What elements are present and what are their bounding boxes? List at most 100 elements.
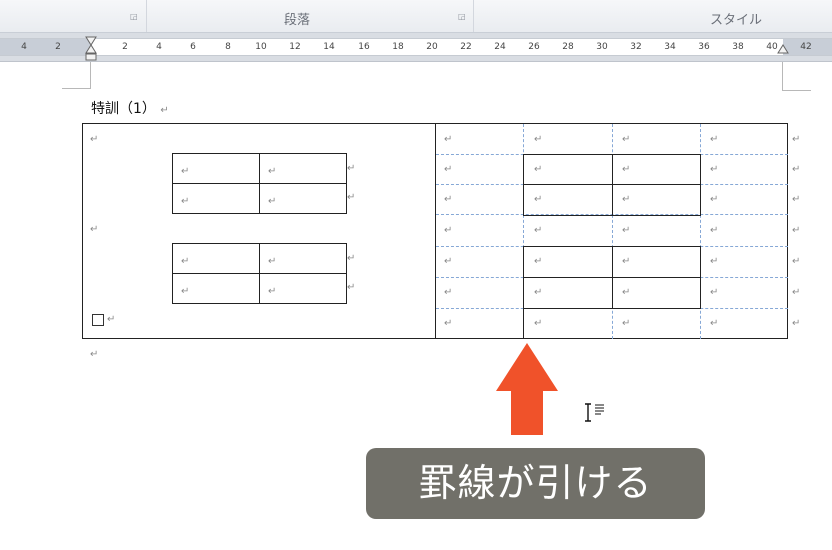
row-end-mark: ↵ (792, 164, 801, 175)
ribbon-separator (146, 0, 147, 32)
cell-mark: ↵ (444, 318, 453, 329)
dialog-launcher-icon[interactable]: ◲ (130, 13, 138, 21)
document-heading[interactable]: 特訓（1） ↵ (91, 98, 169, 118)
ruler-label: 40 (766, 42, 778, 52)
cell-mark: ↵ (534, 194, 543, 205)
caption-text: 罫線が引ける (418, 461, 653, 505)
indent-marker-icon[interactable] (85, 36, 97, 62)
cell-mark: ↵ (622, 134, 631, 145)
ruler-label: 8 (225, 42, 231, 52)
ruler-label: 12 (289, 42, 301, 52)
cell-mark: ↵ (444, 256, 453, 267)
paragraph-mark: ↵ (90, 134, 99, 145)
cell-mark: ↵ (444, 225, 453, 236)
table-cell[interactable]: ↵ (259, 273, 347, 304)
ruler-label: 26 (528, 42, 540, 52)
cell-mark: ↵ (710, 256, 719, 267)
ribbon: ◲ 段落 ◲ スタイル (0, 0, 832, 33)
ruler-label: 32 (630, 42, 642, 52)
ruler-label: 24 (494, 42, 506, 52)
caption-box: 罫線が引ける (366, 448, 705, 519)
ruler-label: 42 (800, 42, 812, 52)
table-row: ↵ ↵ (172, 183, 347, 214)
nested-table-top[interactable]: ↵ ↵ ↵ ↵ (172, 153, 347, 214)
cell-mark: ↵ (710, 134, 719, 145)
cell-mark: ↵ (534, 256, 543, 267)
row-end-mark: ↵ (347, 163, 356, 174)
cell-mark: ↵ (181, 166, 190, 177)
ruler-label: 4 (156, 42, 162, 52)
ruler-label: 2 (122, 42, 128, 52)
table-cell[interactable]: ↵ (172, 153, 260, 184)
ruler-label: 22 (460, 42, 472, 52)
ribbon-separator (473, 0, 474, 32)
margin-corner-mark (62, 62, 91, 89)
checkbox[interactable] (92, 314, 104, 326)
heading-text: 特訓（1） (91, 101, 156, 117)
cell-mark: ↵ (534, 318, 543, 329)
cell-mark: ↵ (710, 318, 719, 329)
row-end-mark: ↵ (792, 256, 801, 267)
cell-mark: ↵ (622, 256, 631, 267)
ruler-label: 16 (358, 42, 370, 52)
paragraph-mark: ↵ (90, 224, 99, 235)
table-cell[interactable]: ↵ (259, 243, 347, 274)
cell-mark: ↵ (534, 164, 543, 175)
table-row: ↵ ↵ (172, 273, 347, 304)
table-cell[interactable]: ↵ (172, 273, 260, 304)
paragraph-mark: ↵ (160, 105, 169, 116)
ruler-label: 36 (698, 42, 710, 52)
ruler-label: 28 (562, 42, 574, 52)
ruler-label: 38 (732, 42, 744, 52)
cell-mark: ↵ (181, 196, 190, 207)
ruler-label: 30 (596, 42, 608, 52)
cell-mark: ↵ (444, 194, 453, 205)
cell-mark: ↵ (268, 166, 277, 177)
cell-mark: ↵ (534, 134, 543, 145)
row-end-mark: ↵ (792, 225, 801, 236)
outer-table-divider (435, 123, 436, 339)
ruler-label: 10 (255, 42, 267, 52)
ruler-left-margin (0, 38, 90, 56)
ruler-label: 18 (392, 42, 404, 52)
row-end-mark: ↵ (347, 253, 356, 264)
cell-mark: ↵ (710, 164, 719, 175)
cell-mark: ↵ (534, 287, 543, 298)
cell-mark: ↵ (710, 225, 719, 236)
dialog-launcher-icon[interactable]: ◲ (458, 13, 466, 21)
cell-mark: ↵ (622, 287, 631, 298)
cell-mark: ↵ (268, 286, 277, 297)
table-cell[interactable]: ↵ (259, 183, 347, 214)
right-indent-marker-icon[interactable] (777, 44, 789, 54)
ruler-label: 6 (190, 42, 196, 52)
row-end-mark: ↵ (792, 194, 801, 205)
cell-mark: ↵ (444, 164, 453, 175)
row-end-mark: ↵ (792, 287, 801, 298)
ribbon-group-paragraph: 段落 (284, 13, 311, 28)
ruler-label: 2 (55, 42, 61, 52)
margin-corner-mark (782, 62, 811, 91)
table-cell[interactable]: ↵ (172, 183, 260, 214)
table-row: ↵ ↵ (172, 153, 347, 184)
cell-mark: ↵ (268, 256, 277, 267)
horizontal-ruler[interactable]: 4 2 2 4 6 8 10 12 14 16 18 20 22 24 26 2… (0, 33, 832, 62)
cell-mark: ↵ (444, 134, 453, 145)
paragraph-mark: ↵ (107, 314, 116, 325)
ruler-label: 4 (21, 42, 27, 52)
cell-mark: ↵ (622, 194, 631, 205)
table-row: ↵ ↵ (172, 243, 347, 274)
table-cell[interactable]: ↵ (259, 153, 347, 184)
ribbon-group-style: スタイル (710, 13, 763, 28)
cell-mark: ↵ (181, 286, 190, 297)
row-end-mark: ↵ (347, 192, 356, 203)
cell-mark: ↵ (622, 318, 631, 329)
nested-table-bottom[interactable]: ↵ ↵ ↵ ↵ (172, 243, 347, 304)
row-end-mark: ↵ (347, 282, 356, 293)
up-arrow-icon (496, 343, 558, 435)
row-end-mark: ↵ (792, 134, 801, 145)
row-end-mark: ↵ (792, 318, 801, 329)
cell-mark: ↵ (622, 225, 631, 236)
cell-mark: ↵ (181, 256, 190, 267)
table-cell[interactable]: ↵ (172, 243, 260, 274)
drawn-border (612, 246, 613, 309)
